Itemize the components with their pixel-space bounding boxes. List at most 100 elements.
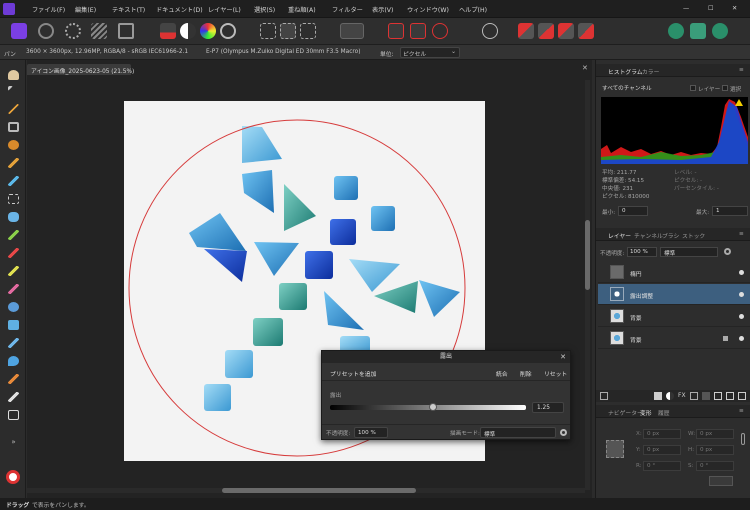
lock-aspect-icon[interactable] bbox=[741, 433, 745, 445]
menu-document[interactable]: ドキュメント(D) bbox=[156, 5, 203, 14]
tab-history[interactable]: 履歴 bbox=[658, 408, 670, 417]
studio-link-icon[interactable] bbox=[668, 23, 684, 39]
hand-tool-icon[interactable] bbox=[8, 70, 19, 80]
menu-window[interactable]: ウィンドウ(W) bbox=[407, 5, 449, 14]
field-x[interactable]: 0 px bbox=[643, 429, 681, 439]
selection-add-icon[interactable] bbox=[280, 23, 296, 39]
add-preset-button[interactable]: プリセットを追加 bbox=[330, 369, 376, 378]
visibility-icon[interactable] bbox=[739, 292, 744, 297]
field-s[interactable]: 0 ° bbox=[696, 461, 734, 471]
scrollbar-thumb[interactable] bbox=[585, 220, 590, 290]
arrange-front-icon[interactable] bbox=[578, 23, 594, 39]
smudge-tool-icon[interactable] bbox=[8, 374, 19, 384]
reset-button[interactable]: リセット bbox=[544, 369, 567, 378]
field-y[interactable]: 0 px bbox=[643, 445, 681, 455]
dialog-blend-dropdown[interactable]: 標準 bbox=[480, 427, 556, 438]
flood-fill-tool-icon[interactable] bbox=[8, 212, 19, 222]
layer-row-background[interactable]: 背景 bbox=[598, 306, 750, 327]
panel-menu-icon[interactable]: ≡ bbox=[739, 231, 744, 237]
menu-file[interactable]: ファイル(F) bbox=[32, 5, 65, 14]
tab-brushes[interactable]: ブラシ bbox=[662, 231, 679, 240]
tab-stock[interactable]: ストック bbox=[682, 231, 705, 240]
color-replace-tool-icon[interactable] bbox=[8, 266, 19, 276]
layer-row-background-locked[interactable]: 背景 bbox=[598, 328, 750, 349]
move-tool-icon[interactable] bbox=[8, 86, 13, 91]
tab-transform[interactable]: 変形 bbox=[640, 408, 652, 417]
arrange-forward-icon[interactable] bbox=[558, 23, 574, 39]
panel-menu-icon[interactable]: ≡ bbox=[739, 408, 744, 414]
dialog-close-icon[interactable]: ✕ bbox=[560, 353, 566, 361]
share-icon[interactable] bbox=[690, 23, 706, 39]
color-swatch-icon[interactable] bbox=[6, 470, 20, 484]
exposure-slider[interactable] bbox=[330, 403, 526, 411]
menu-layer[interactable]: レイヤー(L) bbox=[208, 5, 241, 14]
develop-persona-icon[interactable] bbox=[65, 23, 81, 39]
quick-mask-icon[interactable] bbox=[340, 23, 364, 39]
visibility-icon[interactable] bbox=[739, 314, 744, 319]
arrange-backward-icon[interactable] bbox=[538, 23, 554, 39]
selection-checkbox[interactable] bbox=[722, 85, 728, 91]
auto-color-icon[interactable] bbox=[200, 23, 216, 39]
adjustment-icon[interactable] bbox=[666, 392, 674, 400]
tab-channels[interactable]: チャンネル bbox=[634, 231, 663, 240]
layer-checkbox[interactable] bbox=[690, 85, 696, 91]
rect-marquee-tool-icon[interactable] bbox=[8, 194, 19, 204]
duplicate-icon[interactable] bbox=[726, 392, 734, 400]
unit-dropdown[interactable]: ピクセル ⌄ bbox=[400, 47, 460, 58]
field-h[interactable]: 0 px bbox=[696, 445, 734, 455]
fx-icon[interactable]: FX bbox=[678, 392, 686, 399]
blur-tool-icon[interactable] bbox=[8, 356, 19, 366]
studio-icon[interactable] bbox=[712, 23, 728, 39]
snapping-icon[interactable] bbox=[388, 23, 404, 39]
transform-options-dropdown[interactable] bbox=[709, 476, 733, 486]
scrollbar-thumb[interactable] bbox=[222, 488, 416, 493]
field-w[interactable]: 0 px bbox=[696, 429, 734, 439]
layer-options-icon[interactable] bbox=[600, 392, 608, 400]
merge-button[interactable]: 統合 bbox=[496, 369, 508, 378]
menu-filter[interactable]: フィルター bbox=[332, 5, 363, 14]
layer-blend-dropdown[interactable]: 標準 bbox=[660, 247, 718, 257]
selection-mode-icon[interactable] bbox=[260, 23, 276, 39]
menu-arrange[interactable]: 重ね順(A) bbox=[288, 5, 316, 14]
max-field[interactable]: 1 bbox=[712, 206, 748, 216]
min-field[interactable]: 0 bbox=[618, 206, 648, 216]
document-tab[interactable]: アイコン画像_2025-0623-05 (21.5%) bbox=[27, 64, 134, 75]
menu-help[interactable]: ヘルプ(H) bbox=[459, 5, 487, 14]
panel-menu-icon[interactable]: ≡ bbox=[739, 67, 744, 73]
color-picker-tool-icon[interactable] bbox=[8, 104, 19, 114]
visibility-icon[interactable] bbox=[739, 270, 744, 275]
field-r[interactable]: 0 ° bbox=[643, 461, 681, 471]
lock-icon[interactable] bbox=[723, 336, 728, 341]
auto-white-balance-icon[interactable] bbox=[220, 23, 236, 39]
mask-icon[interactable] bbox=[654, 392, 662, 400]
layer-opacity-dropdown[interactable]: 100 % bbox=[627, 247, 657, 257]
marquee-tool-icon[interactable] bbox=[8, 176, 19, 186]
selection-brush-tool-icon[interactable] bbox=[8, 140, 19, 150]
crop-tool-icon[interactable] bbox=[8, 122, 19, 132]
histogram-quick-icon[interactable] bbox=[160, 23, 176, 39]
arrange-back-icon[interactable] bbox=[518, 23, 534, 39]
tab-layers[interactable]: レイヤー bbox=[608, 231, 631, 240]
visibility-icon[interactable] bbox=[739, 336, 744, 341]
erase-tool-icon[interactable] bbox=[8, 284, 19, 294]
document-tab-close-icon[interactable]: ✕ bbox=[582, 64, 588, 72]
liquify-persona-icon[interactable] bbox=[38, 23, 54, 39]
delete-button[interactable]: 削除 bbox=[520, 369, 532, 378]
paint-brush-tool-icon[interactable] bbox=[8, 230, 19, 240]
menu-edit[interactable]: 編集(E) bbox=[75, 5, 96, 14]
minimize-icon[interactable]: — bbox=[683, 5, 689, 12]
maximize-icon[interactable]: ☐ bbox=[708, 5, 714, 12]
gear-icon[interactable] bbox=[560, 429, 567, 436]
tone-mapping-persona-icon[interactable] bbox=[91, 23, 107, 39]
mirror-icon[interactable] bbox=[410, 23, 426, 39]
close-icon[interactable]: ✕ bbox=[732, 5, 737, 12]
slider-handle[interactable] bbox=[428, 403, 437, 411]
photo-persona-icon[interactable] bbox=[11, 23, 27, 39]
healing-tool-icon[interactable] bbox=[8, 338, 19, 348]
tab-navigator[interactable]: ナビゲーター bbox=[608, 408, 643, 417]
export-persona-icon[interactable] bbox=[118, 23, 134, 39]
rotate-icon[interactable] bbox=[432, 23, 448, 39]
auto-contrast-icon[interactable] bbox=[180, 23, 196, 39]
gear-icon[interactable] bbox=[724, 248, 731, 255]
live-filter-icon[interactable] bbox=[690, 392, 698, 400]
